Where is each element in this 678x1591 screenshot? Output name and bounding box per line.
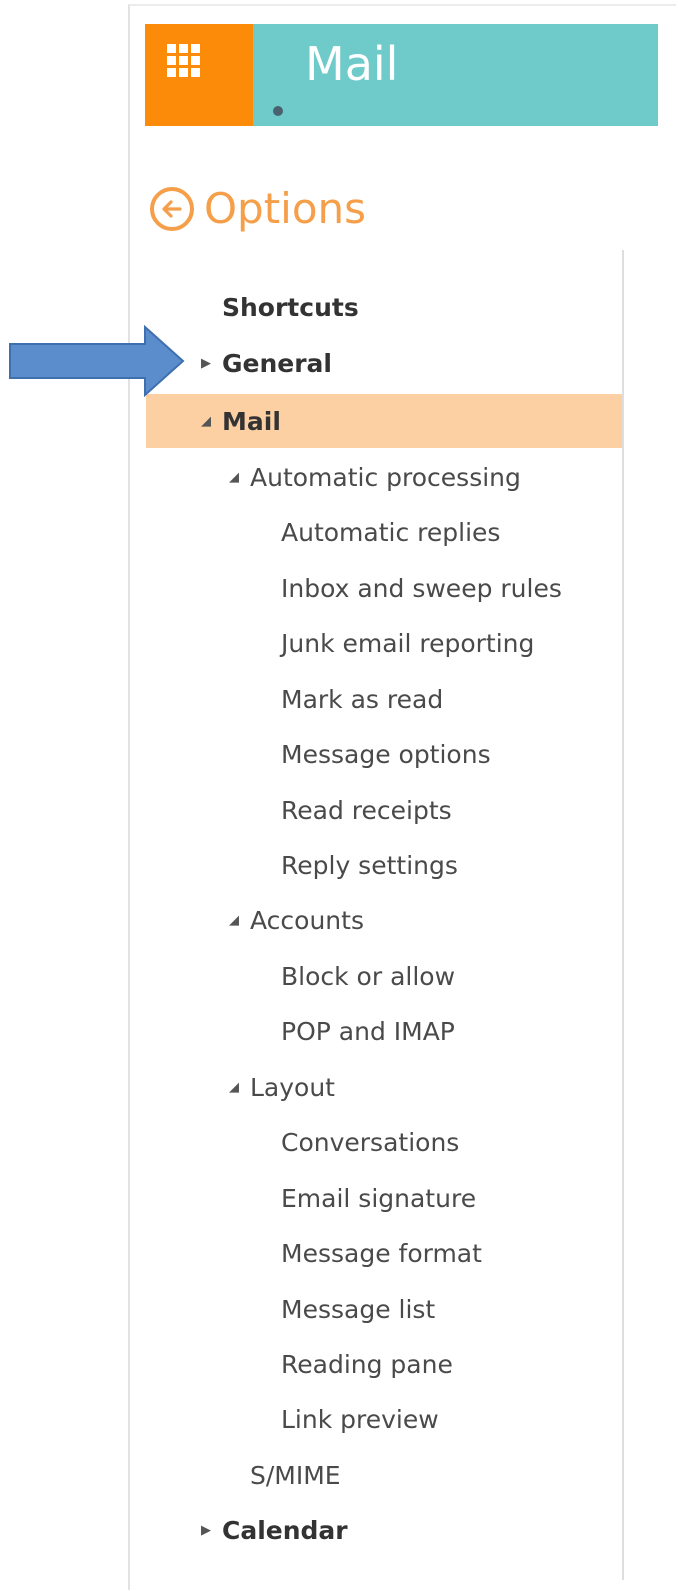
- nav-item-mail[interactable]: ◢ Mail: [146, 394, 622, 448]
- nav-item-label: Message list: [281, 1294, 436, 1324]
- status-dot: [273, 106, 283, 116]
- nav-item-label: Mark as read: [281, 684, 444, 714]
- nav-item-label: Layout: [250, 1072, 335, 1102]
- nav-item-label: Conversations: [281, 1127, 460, 1157]
- options-title: Options: [204, 184, 367, 233]
- nav-item-label: Reading pane: [281, 1349, 453, 1379]
- nav-divider: [622, 250, 624, 1580]
- callout-arrow-icon: [9, 325, 185, 397]
- nav-item-label: Read receipts: [281, 795, 452, 825]
- nav-item-label: Message format: [281, 1238, 482, 1268]
- nav-item-layout[interactable]: ◢ Layout: [146, 1060, 622, 1114]
- caret-down-icon: ◢: [229, 912, 239, 928]
- nav-item-label: S/MIME: [250, 1460, 341, 1490]
- nav-item-accounts[interactable]: ◢ Accounts: [146, 893, 622, 947]
- nav-item-label: Link preview: [281, 1404, 439, 1434]
- nav-item-automatic-processing[interactable]: ◢ Automatic processing: [146, 450, 622, 504]
- nav-item-reply-settings[interactable]: Reply settings: [146, 838, 622, 892]
- nav-item-reading-pane[interactable]: Reading pane: [146, 1337, 622, 1391]
- nav-item-junk-email-reporting[interactable]: Junk email reporting: [146, 616, 622, 670]
- nav-item-inbox-sweep-rules[interactable]: Inbox and sweep rules: [146, 561, 622, 615]
- nav-item-label: Mail: [222, 406, 281, 436]
- nav-item-label: Reply settings: [281, 850, 458, 880]
- nav-item-email-signature[interactable]: Email signature: [146, 1171, 622, 1225]
- nav-item-conversations[interactable]: Conversations: [146, 1115, 622, 1169]
- nav-item-label: Accounts: [250, 905, 364, 935]
- nav-item-shortcuts[interactable]: Shortcuts: [146, 280, 622, 334]
- app-header: Mail: [145, 24, 658, 126]
- nav-item-label: Automatic replies: [281, 517, 501, 547]
- nav-item-label: POP and IMAP: [281, 1016, 455, 1046]
- nav-item-block-or-allow[interactable]: Block or allow: [146, 949, 622, 1003]
- nav-item-message-format[interactable]: Message format: [146, 1226, 622, 1280]
- nav-item-label: Automatic processing: [250, 462, 521, 492]
- nav-item-label: Calendar: [222, 1515, 348, 1545]
- waffle-icon: [167, 44, 200, 77]
- app-launcher-button[interactable]: [145, 24, 253, 126]
- nav-item-label: Email signature: [281, 1183, 477, 1213]
- nav-item-calendar[interactable]: ▶ Calendar: [146, 1503, 622, 1557]
- caret-down-icon: ◢: [229, 469, 239, 485]
- caret-down-icon: ◢: [229, 1079, 239, 1095]
- caret-right-icon: ▶: [201, 1522, 211, 1538]
- nav-item-label: Message options: [281, 739, 491, 769]
- nav-item-read-receipts[interactable]: Read receipts: [146, 783, 622, 837]
- nav-item-pop-imap[interactable]: POP and IMAP: [146, 1004, 622, 1058]
- nav-item-label: Shortcuts: [222, 292, 359, 322]
- nav-item-mark-as-read[interactable]: Mark as read: [146, 672, 622, 726]
- nav-item-label: Inbox and sweep rules: [281, 573, 562, 603]
- nav-item-message-list[interactable]: Message list: [146, 1282, 622, 1336]
- nav-item-message-options[interactable]: Message options: [146, 727, 622, 781]
- options-back-button[interactable]: Options: [150, 178, 366, 240]
- nav-item-general[interactable]: ▶ General: [146, 336, 622, 390]
- nav-item-link-preview[interactable]: Link preview: [146, 1392, 622, 1446]
- nav-item-automatic-replies[interactable]: Automatic replies: [146, 505, 622, 559]
- nav-item-label: Block or allow: [281, 961, 456, 991]
- back-arrow-icon: [150, 187, 194, 231]
- caret-down-icon: ◢: [201, 413, 211, 429]
- caret-right-icon: ▶: [201, 355, 211, 371]
- nav-item-label: Junk email reporting: [281, 628, 535, 658]
- nav-item-smime[interactable]: S/MIME: [146, 1448, 622, 1502]
- nav-item-label: General: [222, 348, 332, 378]
- app-title: Mail: [305, 37, 399, 91]
